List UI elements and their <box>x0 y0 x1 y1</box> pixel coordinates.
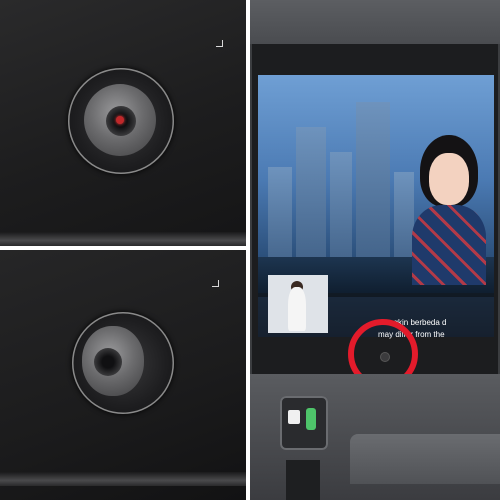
seatback-lower-panel <box>250 374 500 500</box>
building <box>356 102 390 277</box>
building <box>296 127 326 277</box>
screen-frame-edge <box>0 472 246 486</box>
entertainment-screen <box>258 75 494 337</box>
seatback-top <box>250 0 500 44</box>
tray-slot <box>286 460 320 500</box>
bottom-left-photo <box>0 250 246 500</box>
presenter-woman <box>412 135 486 285</box>
top-left-photo <box>0 0 246 246</box>
seat-armrest <box>350 434 500 484</box>
corner-marker <box>212 280 219 287</box>
camera-lens <box>94 348 122 376</box>
corner-marker <box>216 40 223 47</box>
right-photo: mungkin berbeda d may differ from the <box>250 0 500 500</box>
screen-frame-edge <box>0 232 246 246</box>
charging-led <box>306 408 316 430</box>
usb-port[interactable] <box>288 410 300 424</box>
inset-photo <box>268 275 328 333</box>
camera-indicator-dot <box>116 116 124 124</box>
usb-charging-module <box>280 396 328 450</box>
